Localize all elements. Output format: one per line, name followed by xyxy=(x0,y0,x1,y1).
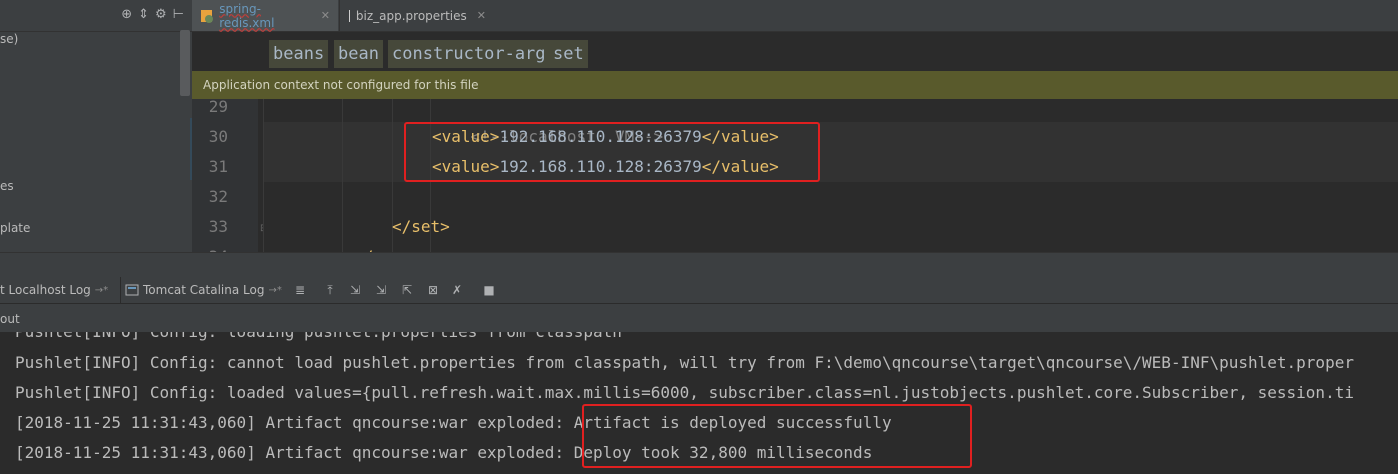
tree-item[interactable]: plate xyxy=(0,221,30,235)
annotation-highlight-box xyxy=(582,404,972,468)
close-icon[interactable]: ✕ xyxy=(477,9,486,22)
panel-splitter[interactable] xyxy=(0,252,1398,278)
code-editor[interactable]: <!--localhost VM--> <value>192.168.110.1… xyxy=(264,99,1398,252)
tree-item[interactable]: es xyxy=(0,179,14,193)
close-icon[interactable]: ✕ xyxy=(321,9,330,22)
banner-text: Application context not configured for t… xyxy=(203,78,479,92)
breadcrumb-item-bean[interactable]: bean xyxy=(334,40,383,68)
line-number: 31 xyxy=(208,157,228,176)
arrow-up-right-icon[interactable]: ⇱ xyxy=(399,282,415,298)
gear-icon[interactable]: ⚙ xyxy=(155,7,167,22)
breadcrumb-item-constructor-arg[interactable]: constructor-arg xyxy=(388,40,550,68)
breadcrumb: beans bean constructor-arg set xyxy=(192,32,1398,71)
pin-icon[interactable]: →* xyxy=(268,285,281,296)
output-label-bar: out xyxy=(0,304,1398,332)
locate-icon[interactable]: ⊕ xyxy=(121,7,132,22)
arrow-down-right-icon[interactable]: ⇲ xyxy=(373,282,389,298)
project-toolbar: ⊕ ⇕ ⚙ ⊢ xyxy=(121,7,184,22)
line-number: 30 xyxy=(208,127,228,146)
log-line: Pushlet[INFO] Config: loading pushlet.pr… xyxy=(15,332,622,347)
breadcrumb-item-set[interactable]: set xyxy=(549,40,588,68)
editor-tab-bar: spring-redis.xml ✕ biz_app.properties ✕ xyxy=(192,0,1398,32)
tab-label: t Localhost Log xyxy=(0,283,91,297)
export-icon[interactable]: ⊠ xyxy=(425,282,441,298)
log-line: Pushlet[INFO] Config: cannot load pushle… xyxy=(15,353,1354,372)
stop-icon[interactable]: ■ xyxy=(481,282,497,298)
tab-spring-redis-xml[interactable]: spring-redis.xml ✕ xyxy=(192,0,338,31)
code-line-34: </ xyxy=(354,242,373,252)
tab-label: Tomcat Catalina Log xyxy=(143,283,265,297)
line-number: 33 xyxy=(208,217,228,236)
clear-icon[interactable]: ✗ xyxy=(449,282,465,298)
tab-biz-app-properties[interactable]: biz_app.properties ✕ xyxy=(339,0,494,31)
breadcrumb-item-beans[interactable]: beans xyxy=(269,40,329,68)
scroll-to-top-icon[interactable]: ⤒ xyxy=(322,282,338,298)
collapse-all-icon[interactable]: ⇕ xyxy=(138,7,149,22)
indent-guide xyxy=(342,99,343,252)
code-line-33: </set> xyxy=(392,212,450,242)
soft-wrap-icon[interactable]: ≣ xyxy=(292,282,308,298)
console-output[interactable]: Pushlet[INFO] Config: loading pushlet.pr… xyxy=(0,332,1398,474)
pin-icon[interactable]: →* xyxy=(95,285,108,296)
line-number: 29 xyxy=(208,97,228,116)
line-number: 32 xyxy=(208,187,228,206)
log-file-icon xyxy=(125,284,139,296)
tab-label: spring-redis.xml xyxy=(219,1,275,30)
project-scrollbar[interactable] xyxy=(180,30,190,96)
tab-catalina-log[interactable]: Tomcat Catalina Log →* xyxy=(120,277,282,303)
output-label: out xyxy=(0,312,20,326)
arrow-down-right-icon[interactable]: ⇲ xyxy=(347,282,363,298)
tab-localhost-log[interactable]: t Localhost Log →* xyxy=(0,277,108,303)
xml-spring-file-icon xyxy=(201,9,213,23)
context-warning-banner: Application context not configured for t… xyxy=(192,71,1398,99)
hide-panel-icon[interactable]: ⊢ xyxy=(173,7,184,22)
project-tree: se) es plate xyxy=(0,32,192,252)
close-tag: </set> xyxy=(392,217,450,236)
tree-item[interactable]: se) xyxy=(0,32,18,46)
properties-file-icon xyxy=(349,9,350,22)
tab-label: biz_app.properties xyxy=(355,8,467,23)
line-number-gutter: 29 30 31 32 33 34 ⊟ xyxy=(190,97,268,266)
annotation-highlight-box xyxy=(404,122,820,182)
log-tab-bar: t Localhost Log →* Tomcat Catalina Log →… xyxy=(0,277,1398,304)
project-panel-header: ⊕ ⇕ ⚙ ⊢ xyxy=(0,0,192,32)
code-line-29: <!--localhost VM--> xyxy=(432,99,664,146)
change-marker xyxy=(190,118,192,180)
